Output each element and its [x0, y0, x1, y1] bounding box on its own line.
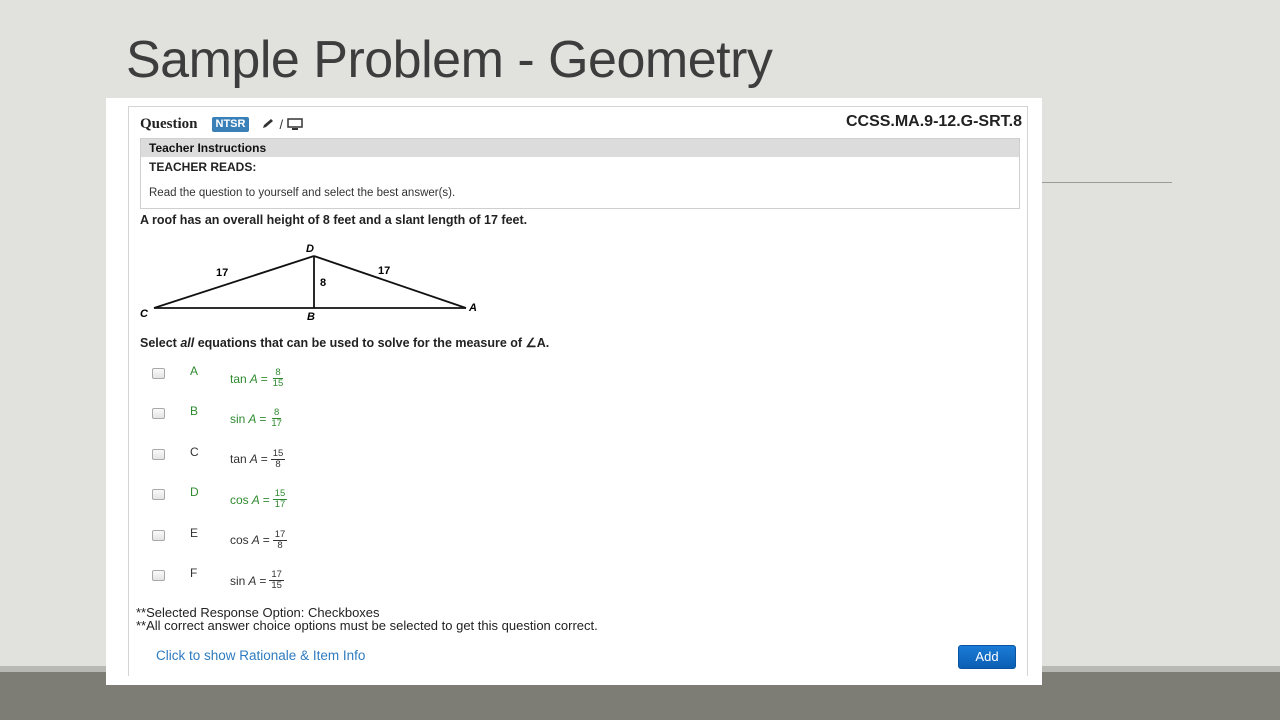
angle-variable: A	[248, 411, 257, 426]
slide-title: Sample Problem - Geometry	[126, 31, 773, 89]
option-letter: F	[190, 566, 198, 580]
equals-sign: =	[260, 452, 268, 467]
question-label: Question	[140, 115, 198, 132]
rationale-link[interactable]: Click to show Rationale & Item Info	[156, 648, 365, 663]
pencil-icon	[263, 119, 274, 128]
teacher-instructions-heading: Teacher Instructions	[141, 139, 1019, 157]
equals-sign: =	[260, 371, 268, 386]
prompt-emphasis: all	[180, 336, 195, 350]
option-equation: cos A = 15 17	[230, 489, 288, 511]
angle-variable: A	[248, 573, 257, 588]
question-prompt: Select all equations that can be used to…	[140, 335, 549, 350]
roof-triangle-diagram: D C B A 17 17 8	[140, 243, 477, 322]
option-letter: C	[190, 444, 199, 459]
angle-variable: A	[249, 452, 258, 467]
fraction-numerator: 17	[272, 528, 288, 541]
answer-checkbox[interactable]	[152, 489, 165, 501]
answer-checkbox[interactable]	[152, 529, 165, 541]
question-panel: Question NTSR / CCSS.MA.9-12.G-SRT.8 Tea…	[106, 98, 1042, 685]
prompt-pre: Select	[140, 336, 181, 350]
note-all-correct: **All correct answer choice options must…	[136, 618, 598, 633]
option-equation: cos A = 17 8	[230, 528, 288, 551]
option-equation: sin A = 8 17	[230, 408, 284, 429]
answer-checkbox[interactable]	[152, 448, 165, 460]
side-da	[313, 255, 467, 309]
trig-function: sin	[230, 411, 246, 426]
trig-function: cos	[230, 533, 249, 548]
vertex-d-label: D	[306, 243, 314, 255]
angle-variable: A	[251, 533, 260, 548]
vertex-b-label: B	[307, 311, 315, 322]
fraction: 8 15	[271, 368, 286, 389]
mode-separator: /	[279, 116, 284, 132]
fraction-denominator: 17	[274, 499, 286, 511]
option-letter: E	[190, 525, 199, 540]
teacher-reads-label: TEACHER READS:	[149, 160, 257, 174]
fraction: 15 17	[272, 489, 288, 511]
fraction: 15 8	[270, 448, 286, 470]
add-button[interactable]: Add	[958, 645, 1016, 669]
fraction-denominator: 8	[275, 458, 281, 470]
option-letter: B	[190, 404, 199, 419]
question-header: Question NTSR /	[140, 114, 303, 134]
angle-variable: A	[251, 492, 260, 507]
left-slant-label: 17	[216, 267, 228, 279]
fraction: 17 8	[272, 528, 288, 551]
fraction-denominator: 17	[271, 418, 282, 430]
question-stem: A roof has an overall height of 8 feet a…	[140, 213, 528, 227]
accent-divider	[1040, 182, 1172, 183]
answer-option[interactable]: Ctan A = 15 8	[152, 445, 452, 475]
teacher-instructions-text: Read the question to yourself and select…	[149, 187, 456, 199]
answer-option[interactable]: Ecos A = 17 8	[152, 526, 452, 556]
trig-function: sin	[230, 573, 246, 588]
option-letter: A	[190, 364, 199, 378]
height-label: 8	[320, 277, 326, 289]
equals-sign: =	[262, 492, 270, 507]
mode-icons: /	[261, 117, 303, 132]
teacher-instructions-box: Teacher Instructions TEACHER READS: Read…	[140, 138, 1020, 209]
standard-code: CCSS.MA.9-12.G-SRT.8	[845, 113, 1022, 130]
option-equation: tan A = 8 15	[230, 368, 285, 389]
fraction: 8 17	[269, 408, 284, 429]
answer-option[interactable]: Bsin A = 8 17	[152, 404, 452, 434]
option-equation: sin A = 17 15	[230, 570, 284, 591]
trig-function: cos	[230, 492, 249, 507]
answer-checkbox[interactable]	[152, 368, 165, 379]
fraction-denominator: 15	[271, 580, 282, 591]
trig-function: tan	[230, 452, 247, 467]
answer-checkbox[interactable]	[152, 408, 165, 420]
equals-sign: =	[259, 411, 267, 426]
vertex-a-label: A	[468, 302, 477, 314]
option-equation: tan A = 15 8	[230, 448, 286, 470]
vertex-c-label: C	[140, 308, 149, 320]
angle-variable: A	[249, 371, 258, 386]
option-letter: D	[190, 485, 199, 500]
fraction-denominator: 15	[272, 378, 284, 389]
answer-option[interactable]: Fsin A = 17 15	[152, 566, 452, 596]
trig-function: tan	[230, 371, 247, 386]
side-cd	[153, 255, 315, 309]
answer-checkbox[interactable]	[152, 570, 165, 581]
ntsr-badge: NTSR	[211, 116, 250, 132]
answer-option[interactable]: Dcos A = 15 17	[152, 485, 452, 515]
right-slant-label: 17	[378, 265, 390, 277]
fraction: 17 15	[269, 570, 284, 591]
fraction-denominator: 8	[277, 539, 283, 551]
computer-icon	[287, 117, 303, 130]
prompt-post: equations that can be used to solve for …	[194, 336, 550, 350]
equals-sign: =	[262, 533, 270, 548]
equals-sign: =	[259, 573, 267, 588]
answer-option[interactable]: Atan A = 8 15	[152, 364, 452, 394]
